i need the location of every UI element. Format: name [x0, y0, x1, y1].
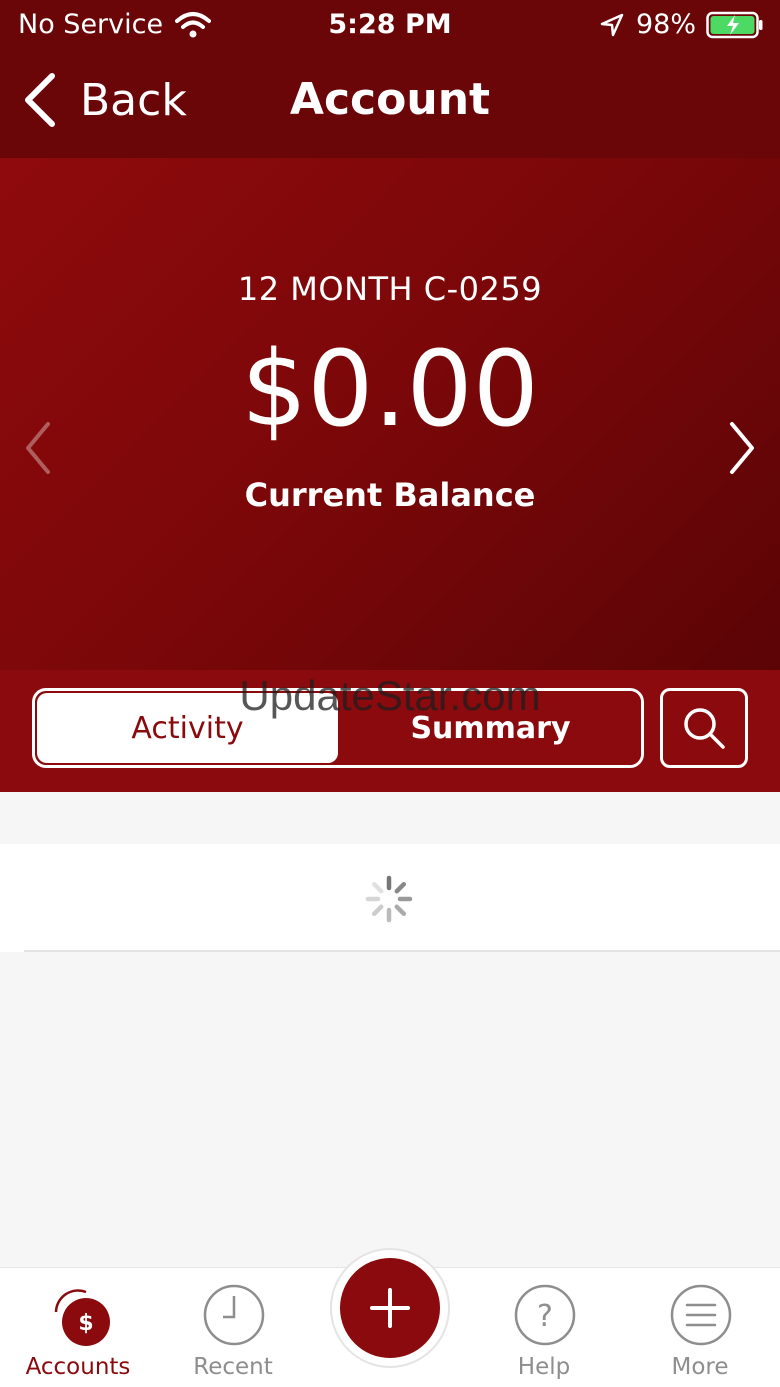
clock-icon: [203, 1284, 265, 1346]
status-bar: No Service 5:28 PM 98%: [0, 0, 780, 50]
bottom-tab-bar: $ Accounts Recent ? Help More: [0, 1248, 780, 1387]
add-button[interactable]: [340, 1258, 440, 1358]
tab-help[interactable]: ? Help: [474, 1268, 614, 1387]
account-name: 12 MONTH C-0259: [237, 270, 543, 308]
accounts-icon: $: [54, 1289, 110, 1346]
location-arrow-icon: [600, 13, 624, 36]
navigation-bar: Back Account: [0, 50, 780, 158]
account-balance: $0.00: [241, 328, 539, 450]
row-divider: [24, 950, 780, 952]
balance-label: Current Balance: [244, 476, 536, 514]
tab-summary[interactable]: Summary: [340, 691, 641, 765]
tab-more-label: More: [671, 1354, 729, 1380]
tab-accounts[interactable]: $ Accounts: [8, 1268, 148, 1387]
tab-more[interactable]: More: [630, 1268, 770, 1387]
account-card: 12 MONTH C-0259 $0.00 Current Balance: [0, 158, 780, 670]
help-icon: ?: [514, 1284, 576, 1346]
battery-percent: 98%: [635, 9, 696, 40]
tab-recent[interactable]: Recent: [163, 1268, 303, 1387]
battery-charging-icon: [706, 11, 763, 38]
page-title: Account: [289, 74, 491, 125]
loading-row: [0, 844, 780, 952]
tab-activity[interactable]: Activity: [37, 693, 338, 763]
segment-strip: Activity Summary: [0, 670, 780, 792]
status-right: 98%: [600, 9, 764, 40]
tab-accounts-label: Accounts: [25, 1354, 131, 1380]
plus-icon: [370, 1288, 410, 1328]
help-icon-glyph: ?: [537, 1299, 553, 1334]
tab-help-label: Help: [517, 1354, 571, 1380]
carousel-next-chevron-icon[interactable]: [724, 418, 760, 478]
tab-recent-label: Recent: [193, 1354, 273, 1380]
loading-spinner-icon: [365, 875, 413, 923]
accounts-icon-glyph: $: [78, 1311, 93, 1336]
search-button[interactable]: [660, 688, 748, 768]
activity-summary-toggle: Activity Summary: [32, 688, 644, 768]
menu-icon: [670, 1284, 732, 1346]
search-icon: [684, 708, 725, 749]
activity-list: [0, 792, 780, 1267]
